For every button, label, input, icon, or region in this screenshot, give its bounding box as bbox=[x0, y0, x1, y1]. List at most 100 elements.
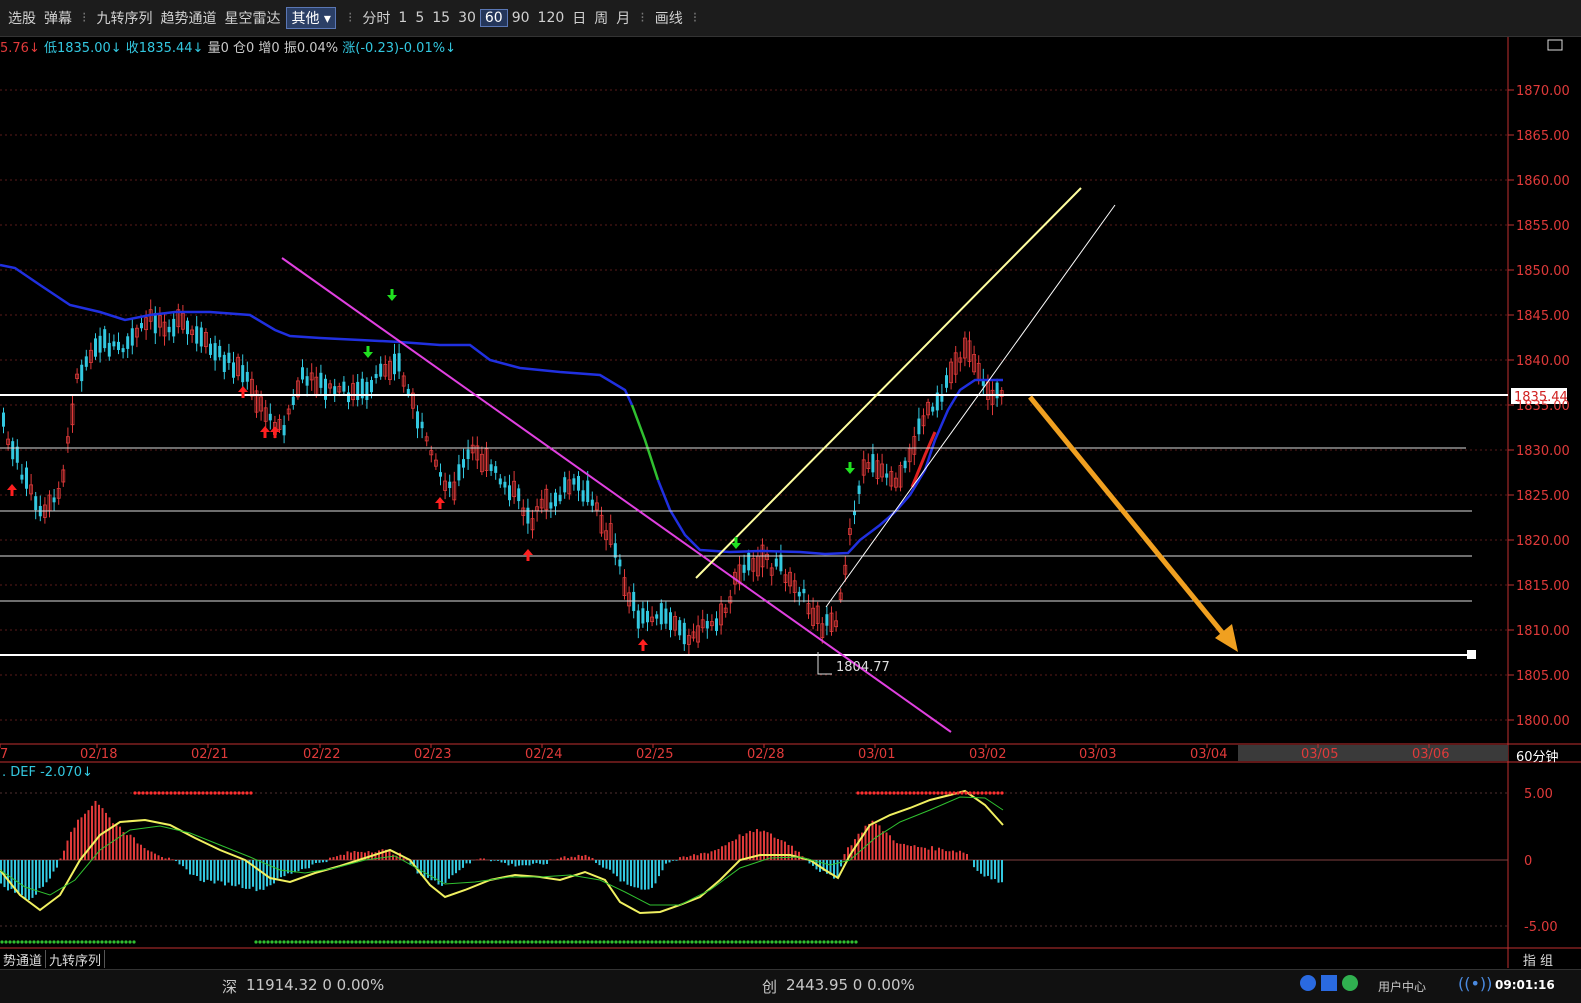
candle-body bbox=[664, 609, 667, 624]
status-bar: 深 11914.32 0 0.00% 创 2443.95 0 0.00% 用户中… bbox=[0, 969, 1581, 1003]
refresh-icon[interactable] bbox=[1342, 975, 1358, 991]
oversold-dot bbox=[538, 940, 541, 943]
overbought-dot bbox=[201, 791, 204, 794]
period-fenshi[interactable]: 分时 bbox=[358, 8, 394, 28]
candle-body bbox=[678, 620, 681, 635]
macd-bar bbox=[949, 851, 951, 860]
candle-body bbox=[416, 411, 419, 428]
channel-lower-line[interactable] bbox=[826, 205, 1115, 607]
period-5[interactable]: 5 bbox=[411, 10, 428, 26]
tab-jiuzhuan[interactable]: 九转序列 bbox=[46, 950, 105, 968]
oversold-dot bbox=[120, 940, 123, 943]
amplitude-value: 振0.04% bbox=[284, 41, 338, 56]
macd-bar bbox=[592, 858, 594, 860]
price-tick-label: 1830.00 bbox=[1516, 444, 1570, 459]
period-month[interactable]: 月 bbox=[612, 8, 634, 28]
macd-bar bbox=[718, 849, 720, 860]
macd-bar bbox=[511, 860, 513, 864]
period-label: 60分钟 bbox=[1516, 746, 1559, 765]
macd-bar bbox=[728, 842, 730, 860]
period-1[interactable]: 1 bbox=[394, 10, 411, 26]
macd-bar bbox=[301, 860, 303, 869]
macd-bar bbox=[186, 860, 188, 869]
period-60[interactable]: 60 bbox=[480, 9, 508, 27]
macd-bar bbox=[81, 817, 83, 860]
overbought-dot bbox=[956, 791, 959, 794]
service-icons[interactable] bbox=[1300, 975, 1358, 995]
candle-body bbox=[494, 466, 497, 473]
macd-bar bbox=[95, 801, 97, 860]
oversold-dot bbox=[530, 940, 533, 943]
macd-bar bbox=[581, 856, 583, 860]
overbought-dot bbox=[988, 791, 991, 794]
candle-body bbox=[200, 328, 203, 347]
menu-danmu[interactable]: 弹幕 bbox=[40, 8, 76, 28]
oversold-dot bbox=[558, 940, 561, 943]
oversold-dot bbox=[662, 940, 665, 943]
menu-radar[interactable]: 星空雷达 bbox=[220, 8, 284, 28]
chuang-index: 2443.95 0 0.00% bbox=[786, 976, 915, 994]
macd-bar bbox=[858, 834, 860, 860]
chart-canvas[interactable]: 1804.77 1835.44 702/1802/2102/2202/2302/… bbox=[0, 0, 1581, 1002]
period-90[interactable]: 90 bbox=[508, 10, 534, 26]
period-week[interactable]: 周 bbox=[590, 8, 612, 28]
other-dropdown[interactable]: 其他 ▾ bbox=[286, 7, 335, 29]
overbought-dot bbox=[217, 791, 220, 794]
macd-bar bbox=[742, 836, 744, 860]
period-120[interactable]: 120 bbox=[534, 10, 569, 26]
draw-line-button[interactable]: 画线 bbox=[651, 8, 687, 28]
macd-bar bbox=[133, 837, 135, 860]
oversold-dot bbox=[670, 940, 673, 943]
macd-bar bbox=[123, 832, 125, 860]
overbought-dot bbox=[868, 791, 871, 794]
oversold-dot bbox=[426, 940, 429, 943]
period-15[interactable]: 15 bbox=[428, 10, 454, 26]
candle-body bbox=[802, 589, 805, 593]
date-tick-label: 03/06 bbox=[1412, 747, 1449, 762]
oversold-dot bbox=[666, 940, 669, 943]
oversold-dot bbox=[36, 940, 39, 943]
oversold-dot bbox=[402, 940, 405, 943]
indicator-tick-label: 0 bbox=[1524, 854, 1532, 869]
s-icon[interactable] bbox=[1300, 975, 1316, 991]
macd-bar bbox=[172, 859, 174, 860]
oversold-dot bbox=[506, 940, 509, 943]
oversold-dot bbox=[286, 940, 289, 943]
menu-jiuzhuan[interactable]: 九转序列 bbox=[92, 8, 156, 28]
line-handle[interactable] bbox=[1467, 650, 1476, 659]
forecast-arrow[interactable] bbox=[1030, 397, 1225, 636]
chart-icon[interactable] bbox=[1321, 975, 1337, 991]
tab-trend-channel[interactable]: 势通道 bbox=[0, 950, 46, 968]
oversold-dot bbox=[646, 940, 649, 943]
user-center-link[interactable]: 用户中心 bbox=[1378, 978, 1426, 995]
candle-body bbox=[20, 475, 23, 480]
menu-trend-channel[interactable]: 趋势通道 bbox=[156, 8, 220, 28]
candle-body bbox=[218, 346, 221, 357]
macd-bar bbox=[53, 860, 55, 872]
maximize-icon[interactable] bbox=[1548, 40, 1562, 50]
macd-bar bbox=[389, 851, 391, 860]
price-tick-label: 1805.00 bbox=[1516, 669, 1570, 684]
macd-bar bbox=[672, 860, 674, 861]
period-30[interactable]: 30 bbox=[454, 10, 480, 26]
macd-bar bbox=[252, 860, 254, 887]
oversold-dot bbox=[294, 940, 297, 943]
period-day[interactable]: 日 bbox=[568, 8, 590, 28]
indicator-group-tab[interactable]: 指 组 bbox=[1523, 950, 1553, 969]
macd-bar bbox=[126, 835, 128, 860]
chuang-index-name: 创 bbox=[762, 976, 777, 997]
oversold-dot bbox=[742, 940, 745, 943]
candle-body bbox=[743, 565, 746, 573]
oversold-dot bbox=[478, 940, 481, 943]
macd-bar bbox=[434, 860, 436, 880]
candle-body bbox=[241, 365, 244, 382]
oversold-dot bbox=[606, 940, 609, 943]
macd-bar bbox=[777, 839, 779, 860]
candle-body bbox=[508, 485, 511, 500]
oversold-dot bbox=[726, 940, 729, 943]
menu-xuangu[interactable]: 选股 bbox=[0, 8, 40, 28]
oversold-dot bbox=[510, 940, 513, 943]
macd-bar bbox=[154, 854, 156, 860]
oversold-dot bbox=[346, 940, 349, 943]
macd-bar bbox=[522, 860, 524, 865]
